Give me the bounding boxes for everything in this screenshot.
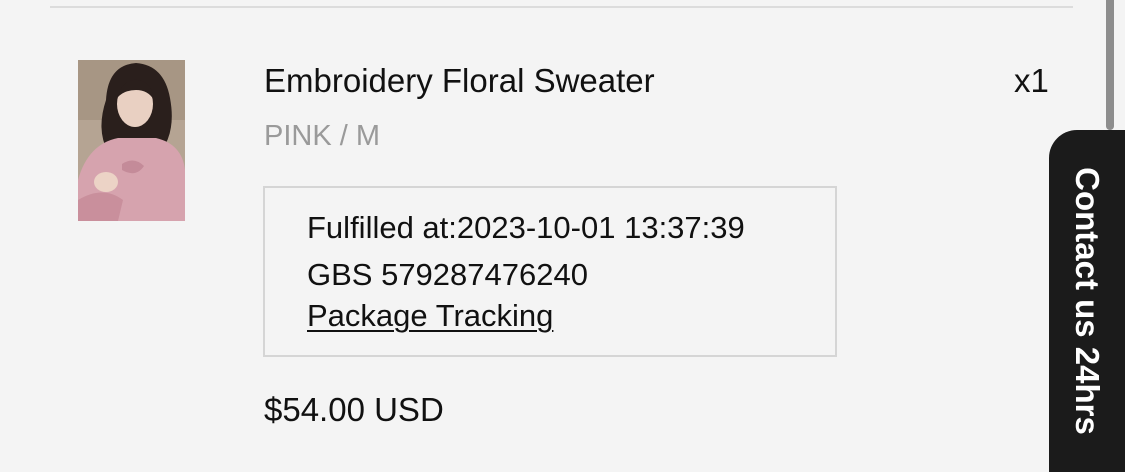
package-tracking-link[interactable]: Package Tracking: [307, 298, 553, 334]
item-quantity: x1: [1014, 62, 1049, 99]
contact-us-tab[interactable]: Contact us 24hrs: [1049, 130, 1125, 472]
product-title[interactable]: Embroidery Floral Sweater: [264, 61, 655, 101]
fulfillment-box: Fulfilled at:2023-10-01 13:37:39 GBS 579…: [263, 186, 837, 357]
product-variant: PINK / M: [264, 120, 381, 152]
scrollbar[interactable]: [1106, 0, 1114, 130]
divider: [50, 6, 1073, 8]
product-thumbnail[interactable]: [78, 60, 185, 221]
contact-us-label: Contact us 24hrs: [1069, 167, 1106, 435]
item-price: $54.00 USD: [264, 391, 444, 428]
fulfilled-at: Fulfilled at:2023-10-01 13:37:39: [307, 210, 745, 245]
order-item-page: Embroidery Floral Sweater x1 PINK / M Fu…: [0, 0, 1125, 472]
tracking-number: GBS 579287476240: [307, 257, 588, 292]
